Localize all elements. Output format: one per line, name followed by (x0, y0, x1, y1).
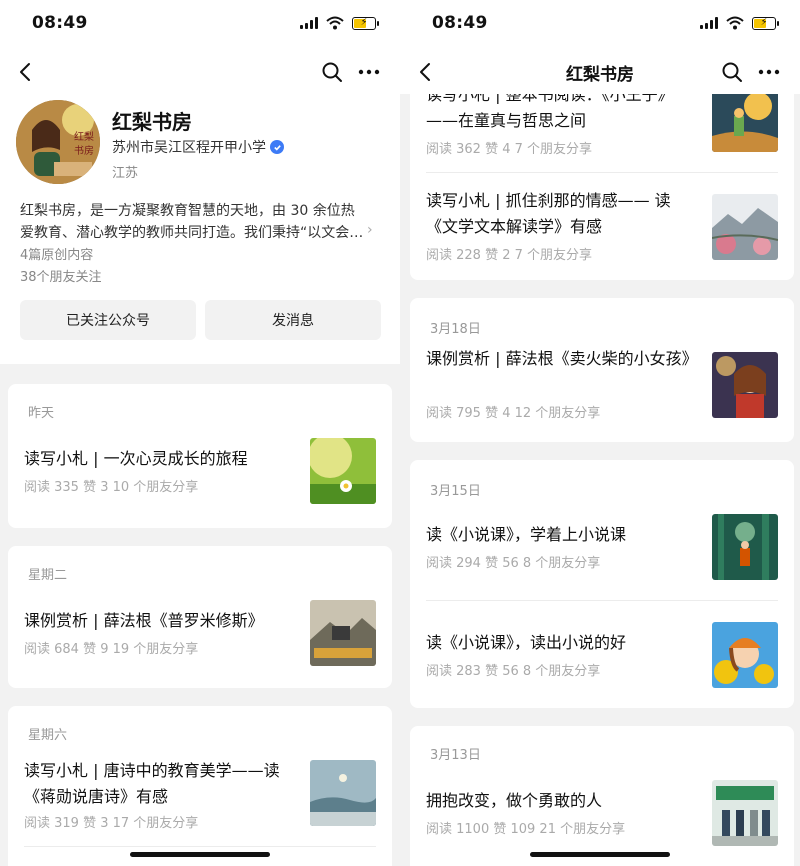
account-location: 江苏 (112, 166, 139, 181)
article-title[interactable]: 课例赏析 | 薛法根《卖火柴的小女孩》 (426, 346, 698, 372)
account-name: 红梨书房 (112, 110, 192, 134)
article-thumbnail[interactable] (712, 86, 778, 152)
article-group: 昨天 读写小札 | 一次心灵成长的旅程 阅读 335 赞 3 10 个朋友分享 (8, 384, 392, 528)
account-description[interactable]: 红梨书房，是一方凝聚教育智慧的天地，由 30 余位热爱教育、潜心教学的教师共同打… (20, 200, 366, 244)
article-meta: 阅读 283 赞 56 8 个朋友分享 (426, 664, 601, 679)
article-thumbnail[interactable] (310, 438, 376, 504)
more-icon[interactable] (756, 60, 782, 84)
article-group: 3月15日 读《小说课》，学着上小说课 阅读 294 赞 56 8 个朋友分享 … (410, 460, 794, 708)
nav-bar (0, 50, 400, 94)
signal-icon (700, 17, 718, 29)
article-thumbnail[interactable] (310, 600, 376, 666)
battery-icon: ⚡ (352, 16, 379, 30)
article-meta: 阅读 294 赞 56 8 个朋友分享 (426, 556, 601, 571)
avatar[interactable]: 红梨 书房 (16, 100, 100, 184)
account-org-text: 苏州市吴江区程开甲小学 (112, 140, 266, 156)
date-label: 3月15日 (430, 484, 481, 499)
home-indicator[interactable] (130, 852, 270, 857)
article-group: 3月13日 拥抱改变，做个勇敢的人 阅读 1100 赞 109 21 个朋友分享 (410, 726, 794, 866)
article-thumbnail[interactable] (712, 194, 778, 260)
article-title[interactable]: 课例赏析 | 薛法根《普罗米修斯》 (24, 608, 304, 634)
wifi-icon (726, 16, 744, 30)
battery-icon: ⚡ (752, 16, 779, 30)
article-meta: 阅读 228 赞 2 7 个朋友分享 (426, 248, 593, 263)
article-title[interactable]: 读写小札 | 抓住刹那的情感—— 读《文学文本解读学》有感 (426, 188, 696, 240)
avatar-text: 红梨 (74, 130, 94, 143)
article-meta: 阅读 684 赞 9 19 个朋友分享 (24, 642, 199, 657)
article-title[interactable]: 读写小札 | 一次心灵成长的旅程 (24, 446, 294, 472)
wifi-icon (326, 16, 344, 30)
article-title[interactable]: 读写小札 | 唐诗中的教育美学——读《蒋勋说唐诗》有感 (24, 758, 294, 810)
divider (24, 846, 376, 847)
chevron-right-icon[interactable]: › (367, 222, 373, 238)
right-screen: 读写小札 | 整本书阅读：《小王子》——在童真与哲思之间 阅读 362 赞 4 … (400, 0, 800, 866)
followers-count[interactable]: 38个朋友关注 (20, 266, 102, 285)
follow-button[interactable]: 已关注公众号 (20, 300, 196, 340)
account-profile: 红梨 书房 红梨书房 苏州市吴江区程开甲小学 江苏 红梨书房，是一方凝聚教育智慧… (0, 94, 400, 364)
message-button[interactable]: 发消息 (205, 300, 381, 340)
more-icon[interactable] (356, 60, 382, 84)
article-thumbnail[interactable] (712, 780, 778, 846)
article-group: 星期二 课例赏析 | 薛法根《普罗米修斯》 阅读 684 赞 9 19 个朋友分… (8, 546, 392, 688)
divider (426, 600, 778, 601)
article-thumbnail[interactable] (712, 352, 778, 418)
status-time: 08:49 (32, 13, 88, 33)
article-thumbnail[interactable] (712, 514, 778, 580)
svg-text:书房: 书房 (74, 144, 94, 157)
signal-icon (300, 17, 318, 29)
article-thumbnail[interactable] (712, 622, 778, 688)
article-meta: 阅读 362 赞 4 7 个朋友分享 (426, 142, 593, 157)
article-title[interactable]: 读《小说课》，学着上小说课 (426, 522, 696, 548)
article-meta: 阅读 319 赞 3 17 个朋友分享 (24, 816, 199, 831)
date-label: 星期六 (28, 728, 68, 743)
article-meta: 阅读 1100 赞 109 21 个朋友分享 (426, 822, 626, 837)
date-label: 3月13日 (430, 748, 481, 763)
article-group: 3月18日 课例赏析 | 薛法根《卖火柴的小女孩》 阅读 795 赞 4 12 … (410, 298, 794, 442)
date-label: 3月18日 (430, 322, 481, 337)
left-screen: 08:49 ⚡ 红梨 书房 红梨书房 苏州市吴江区程开甲小学 江苏 红梨书房，是… (0, 0, 400, 866)
original-count[interactable]: 4篇原创内容 (20, 244, 93, 263)
home-indicator[interactable] (530, 852, 670, 857)
back-icon[interactable] (14, 60, 38, 84)
article-title[interactable]: 读《小说课》，读出小说的好 (426, 630, 696, 656)
status-bar: 08:49 ⚡ (0, 0, 400, 50)
search-icon[interactable] (320, 60, 344, 84)
article-meta: 阅读 335 赞 3 10 个朋友分享 (24, 480, 199, 495)
nav-bar: 红梨书房 (400, 50, 800, 94)
article-group: 星期六 读写小札 | 唐诗中的教育美学——读《蒋勋说唐诗》有感 阅读 319 赞… (8, 706, 392, 866)
status-bar: 08:49 ⚡ (400, 0, 800, 50)
account-org: 苏州市吴江区程开甲小学 (112, 137, 284, 157)
article-title[interactable]: 拥抱改变，做个勇敢的人 (426, 788, 696, 814)
verified-icon (270, 140, 284, 154)
divider (426, 172, 778, 173)
article-meta: 阅读 795 赞 4 12 个朋友分享 (426, 406, 601, 421)
article-thumbnail[interactable] (310, 760, 376, 826)
status-time: 08:49 (432, 13, 488, 33)
date-label: 昨天 (28, 406, 55, 421)
search-icon[interactable] (720, 60, 744, 84)
date-label: 星期二 (28, 568, 68, 583)
